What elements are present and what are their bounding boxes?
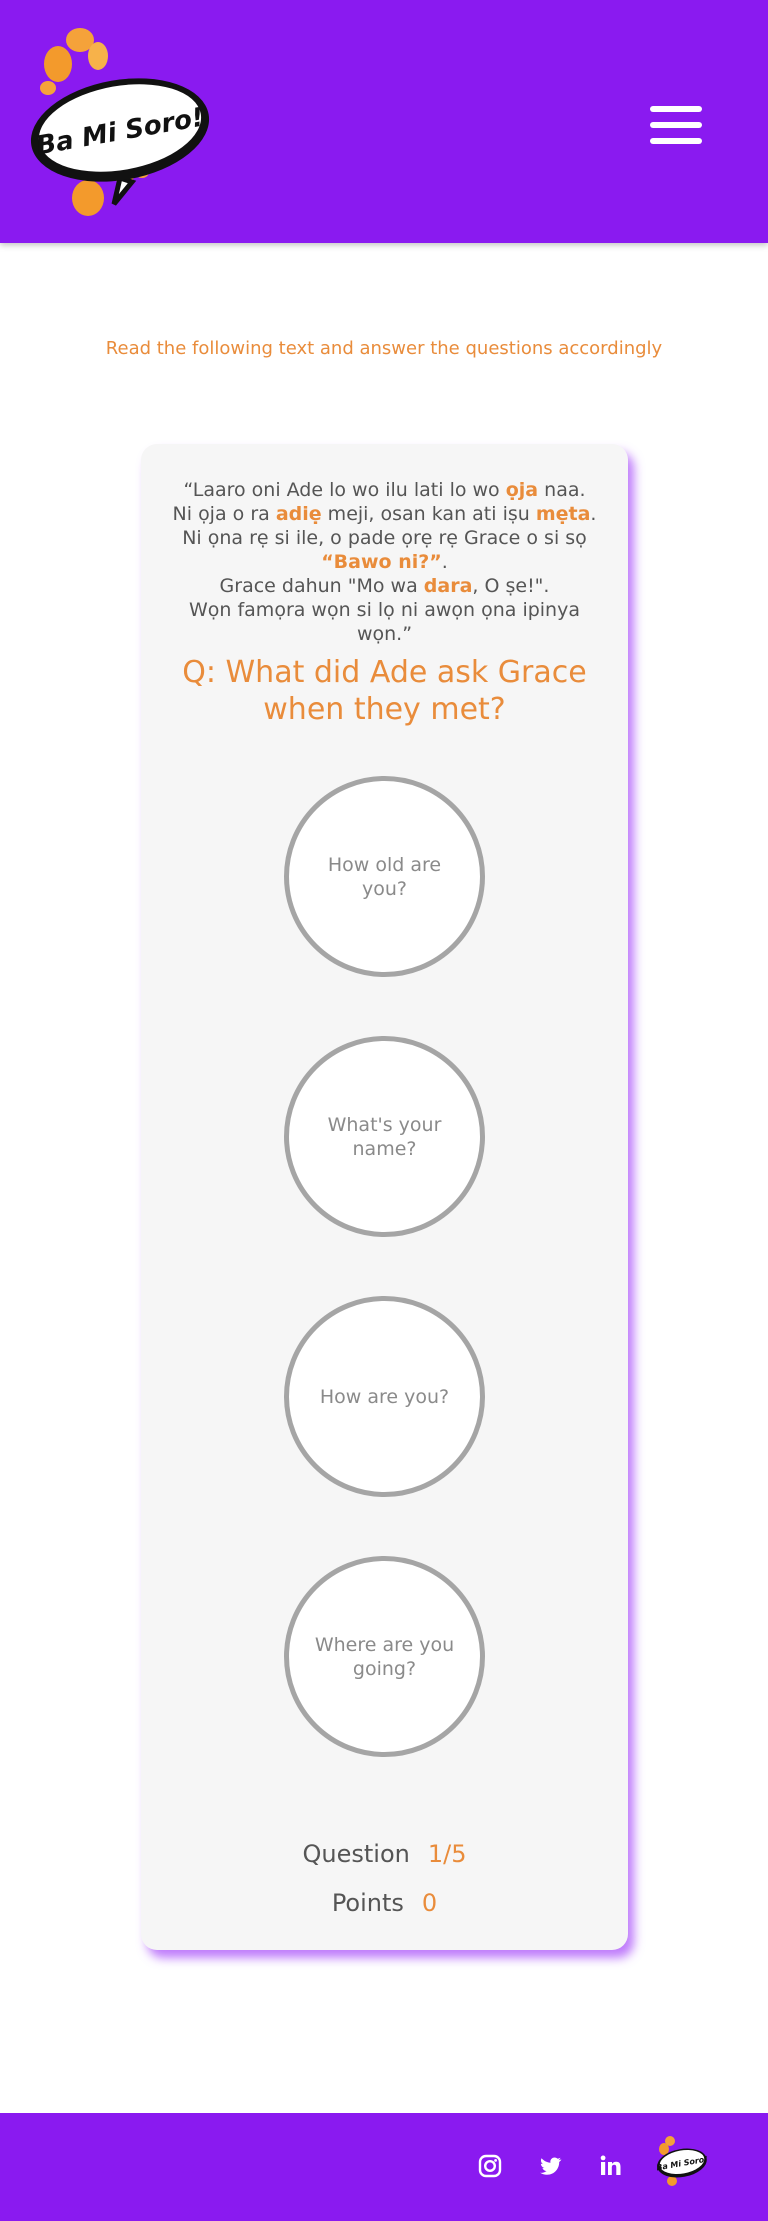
- header-bar: Ba Mi Soro!: [0, 0, 768, 243]
- question-label: Question: [302, 1840, 410, 1868]
- passage-text: .: [590, 503, 597, 525]
- linkedin-icon[interactable]: [598, 2153, 624, 2179]
- answer-option-1[interactable]: How old are you?: [284, 776, 485, 977]
- instruction-text: Read the following text and answer the q…: [105, 338, 663, 359]
- answer-option-4[interactable]: Where are you going?: [284, 1556, 485, 1757]
- twitter-icon[interactable]: [538, 2153, 564, 2179]
- answer-option-2[interactable]: What's your name?: [284, 1036, 485, 1237]
- passage-text: “Laaro oni Ade lo wo ilu lati lo wo: [183, 479, 506, 501]
- menu-line: [650, 138, 702, 144]
- footer-bar: Ba Mi Soro!: [0, 2113, 768, 2221]
- highlighted-word: mẹta: [535, 503, 591, 525]
- highlighted-word: “Bawo ni?”: [321, 551, 442, 573]
- passage-text: Wọn famọra wọn si lọ ni awọn ọna ipinya …: [188, 599, 580, 645]
- passage-text: Ni ọna rẹ si ile, o pade ọrẹ rẹ Grace o …: [182, 527, 587, 549]
- highlighted-word: ọja: [505, 479, 539, 501]
- hamburger-menu-icon[interactable]: [650, 106, 702, 146]
- points-label: Points: [331, 1889, 404, 1917]
- passage-text: meji, osan kan ati iṣu: [321, 503, 536, 525]
- menu-line: [650, 106, 702, 112]
- passage-text: .: [441, 551, 448, 573]
- reading-passage: “Laaro oni Ade lo wo ilu lati lo wo ọja …: [161, 478, 608, 646]
- answer-option-3[interactable]: How are you?: [284, 1296, 485, 1497]
- highlighted-word: adiẹ: [275, 503, 322, 525]
- quiz-card: “Laaro oni Ade lo wo ilu lati lo wo ọja …: [141, 444, 628, 1950]
- question-text: Q: What did Ade ask Grace when they met?: [182, 655, 587, 727]
- menu-line: [650, 122, 702, 128]
- points-value: 0: [421, 1889, 438, 1917]
- passage-line: Grace dahun "Mo wa dara, O ṣe!".: [161, 574, 608, 598]
- points-counter: Points 0: [141, 1889, 628, 1917]
- passage-text: Ni ọja o ra: [172, 503, 276, 525]
- footer-logo[interactable]: Ba Mi Soro!: [652, 2133, 708, 2189]
- ba-mi-soro-logo[interactable]: Ba Mi Soro!: [24, 22, 216, 218]
- highlighted-word: dara: [423, 575, 473, 597]
- instagram-icon[interactable]: [477, 2153, 503, 2179]
- passage-line: Ni ọna rẹ si ile, o pade ọrẹ rẹ Grace o …: [161, 526, 608, 574]
- passage-line: Wọn famọra wọn si lọ ni awọn ọna ipinya …: [161, 598, 608, 646]
- passage-line: “Laaro oni Ade lo wo ilu lati lo wo ọja …: [161, 478, 608, 502]
- question-counter: Question 1/5: [141, 1840, 628, 1868]
- passage-text: naa.: [538, 479, 586, 501]
- passage-text: Grace dahun "Mo wa: [219, 575, 424, 597]
- passage-text: , O ṣe!".: [472, 575, 550, 597]
- question-value: 1/5: [427, 1840, 467, 1868]
- passage-line: Ni ọja o ra adiẹ meji, osan kan ati iṣu …: [161, 502, 608, 526]
